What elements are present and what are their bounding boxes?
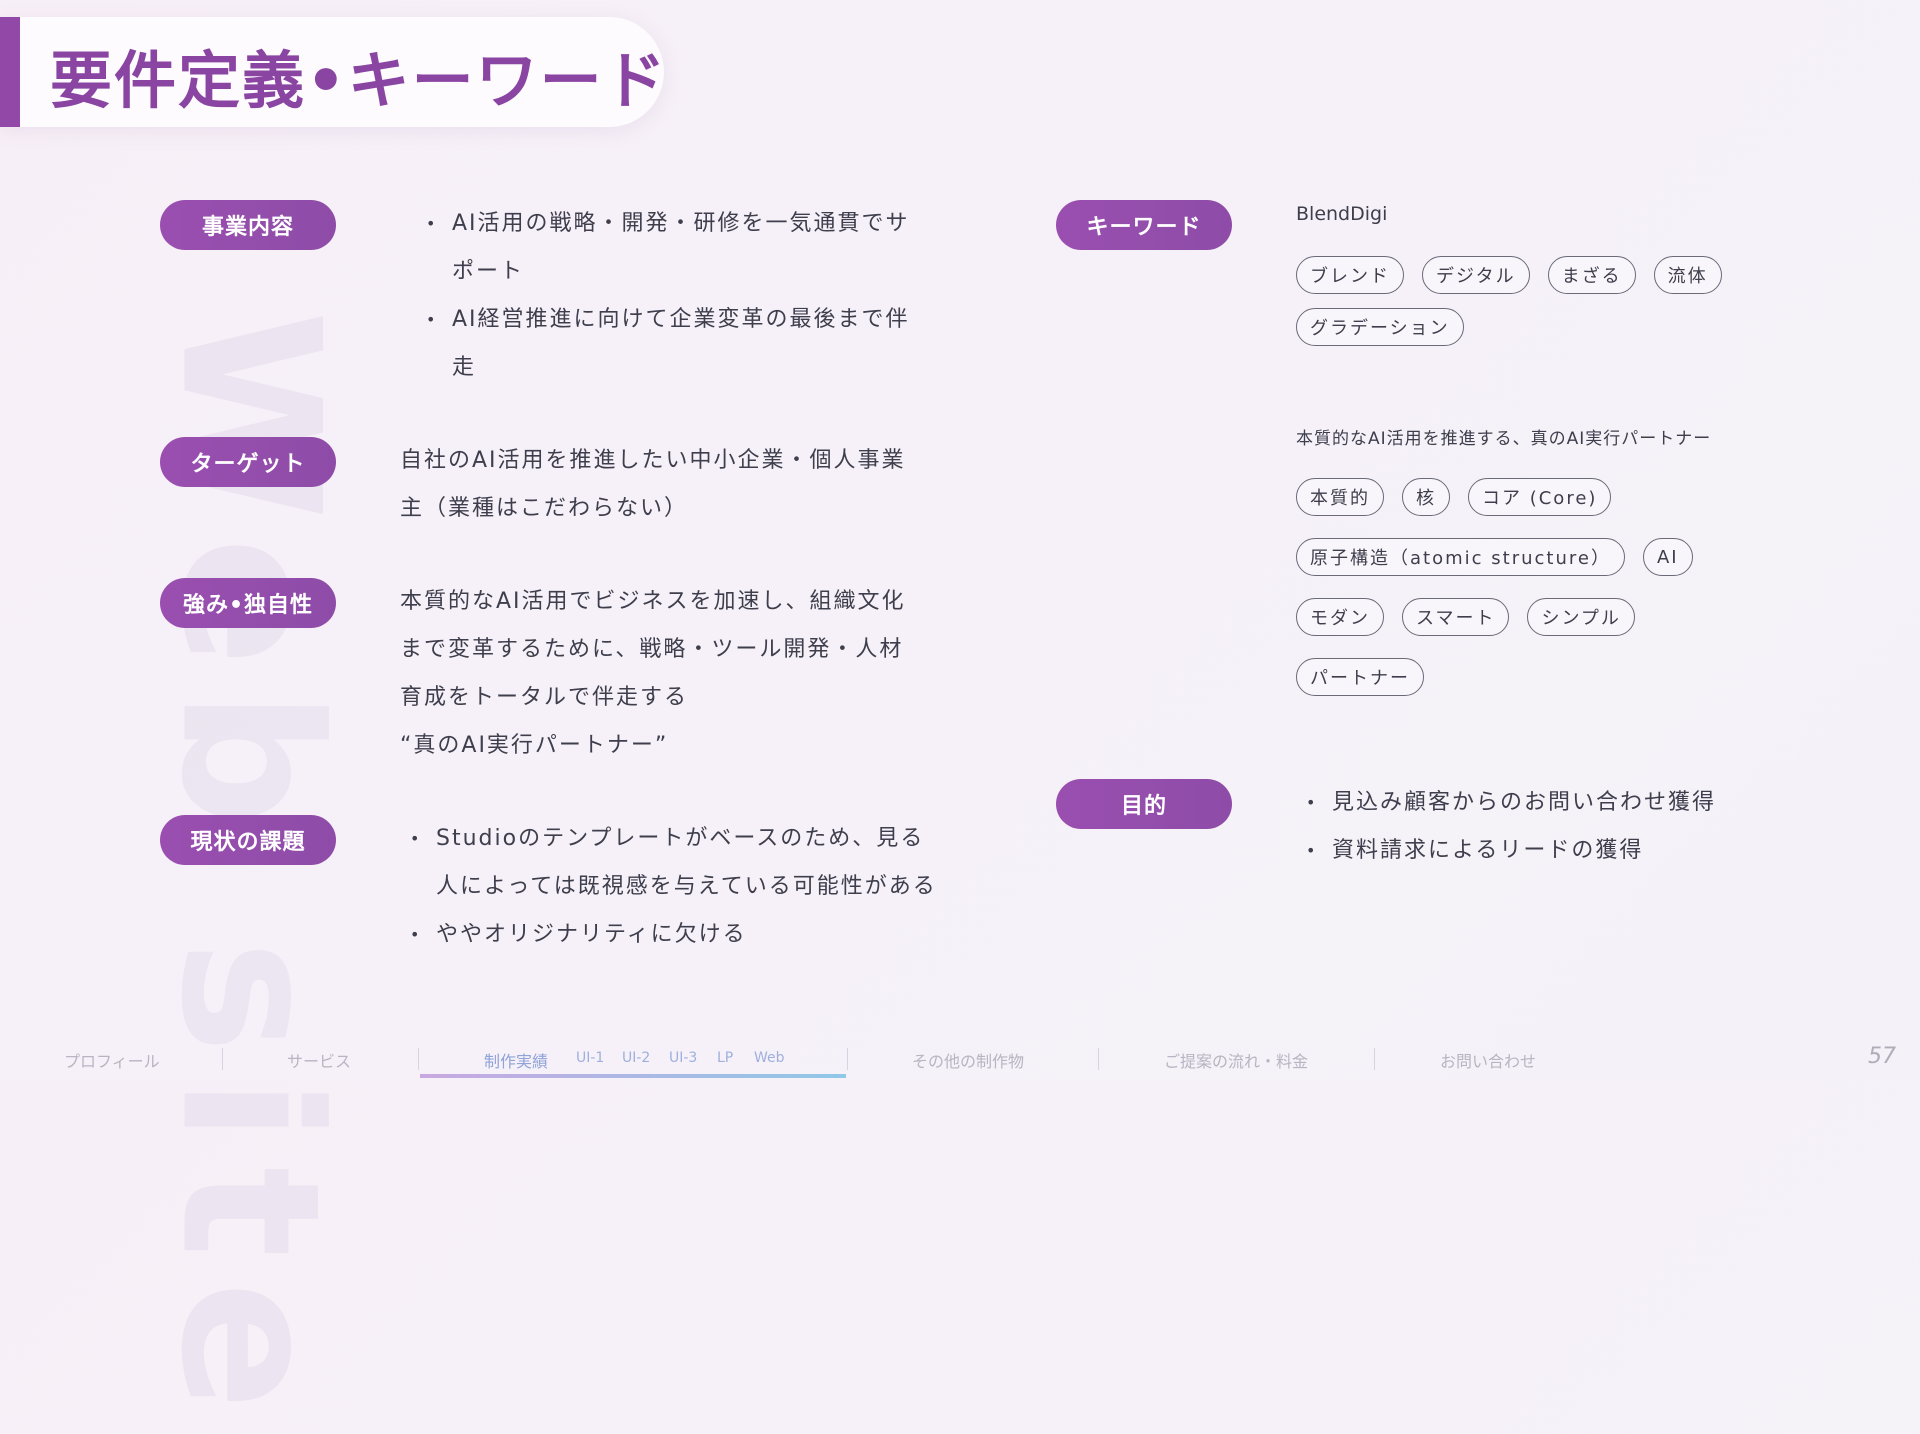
list-item: 見込み顧客からのお問い合わせ獲得 [1304, 779, 1716, 827]
keyword-tag: グラデーション [1296, 308, 1464, 346]
page-title: 要件定義•キーワード [50, 44, 668, 117]
list-item: 資料請求によるリードの獲得 [1304, 827, 1716, 875]
nav-subitem-ui2[interactable]: UI-2 [622, 1050, 650, 1066]
target-content: 自社のAI活用を推進したい中小企業・個人事業 主（業種はこだわらない） [400, 448, 906, 521]
strength-content: 本質的なAI活用でビジネスを加速し、組織文化 まで変革するために、戦略・ツール開… [400, 589, 906, 758]
keyword-tag: シンプル [1527, 598, 1635, 636]
brand-tags: ブレンド デジタル まざる 流体 グラデーション [1296, 256, 1736, 346]
keyword-tag: モダン [1296, 598, 1384, 636]
label-strength: 強み•独自性 [160, 578, 336, 628]
list-item: ややオリジナリティに欠ける [408, 911, 937, 959]
keyword-tag: 本質的 [1296, 478, 1384, 516]
label-target: ターゲット [160, 437, 336, 487]
watermark-text: Web site [139, 310, 361, 1434]
purpose-content: 見込み顧客からのお問い合わせ獲得 資料請求によるリードの獲得 [1304, 779, 1716, 875]
nav-item-other-works[interactable]: その他の制作物 [912, 1048, 1024, 1072]
nav-subitem-web[interactable]: Web [754, 1050, 785, 1066]
keyword-tag: 流体 [1653, 256, 1722, 294]
label-business: 事業内容 [160, 200, 336, 250]
keyword-tag: パートナー [1296, 658, 1424, 696]
nav-active-indicator [420, 1074, 846, 1078]
keyword-tag: デジタル [1422, 256, 1530, 294]
list-item: Studioのテンプレートがベースのため、見る人によっては既視感を与えている可能… [408, 815, 937, 911]
label-purpose: 目的 [1056, 779, 1232, 829]
keyword-tag: 原子構造（atomic structure） [1296, 538, 1625, 576]
keyword-tag: 核 [1402, 478, 1450, 516]
nav-item-service[interactable]: サービス [287, 1048, 351, 1072]
keyword-tag: コア (Core) [1468, 478, 1612, 516]
keyword-tag: スマート [1402, 598, 1510, 636]
keyword-tag: ブレンド [1296, 256, 1404, 294]
brand-name: BlendDigi [1296, 203, 1388, 225]
tagline-tags: 本質的 核 コア (Core) 原子構造（atomic structure） A… [1296, 478, 1736, 696]
nav-subitem-lp[interactable]: LP [717, 1050, 733, 1066]
nav-item-profile[interactable]: プロフィール [64, 1048, 160, 1072]
title-accent-bar [0, 17, 20, 127]
nav-subitem-ui1[interactable]: UI-1 [576, 1050, 604, 1066]
list-item: AI経営推進に向けて企業変革の最後まで伴走 [424, 296, 910, 392]
nav-item-proposal-flow[interactable]: ご提案の流れ・料金 [1164, 1048, 1308, 1072]
nav-separator [222, 1048, 223, 1070]
nav-subitem-ui3[interactable]: UI-3 [669, 1050, 697, 1066]
nav-separator [847, 1048, 848, 1070]
label-keywords: キーワード [1056, 200, 1232, 250]
nav-separator [1374, 1048, 1375, 1070]
nav-separator [418, 1048, 419, 1070]
nav-item-contact[interactable]: お問い合わせ [1440, 1048, 1536, 1072]
issues-content: Studioのテンプレートがベースのため、見る人によっては既視感を与えている可能… [408, 815, 937, 959]
page-number: 57 [1868, 1044, 1896, 1069]
footer-nav: プロフィール サービス 制作実績 UI-1 UI-2 UI-3 LP Web そ… [0, 1040, 1920, 1080]
nav-separator [1098, 1048, 1099, 1070]
business-content: AI活用の戦略・開発・研修を一気通貫でサポート AI経営推進に向けて企業変革の最… [424, 200, 910, 392]
keyword-tag: まざる [1547, 256, 1636, 294]
list-item: AI活用の戦略・開発・研修を一気通貫でサポート [424, 200, 910, 296]
keyword-tag: AI [1642, 538, 1693, 576]
label-issues: 現状の課題 [160, 815, 336, 865]
nav-item-works[interactable]: 制作実績 [484, 1048, 548, 1072]
tagline: 本質的なAI活用を推進する、真のAI実行パートナー [1296, 429, 1712, 449]
